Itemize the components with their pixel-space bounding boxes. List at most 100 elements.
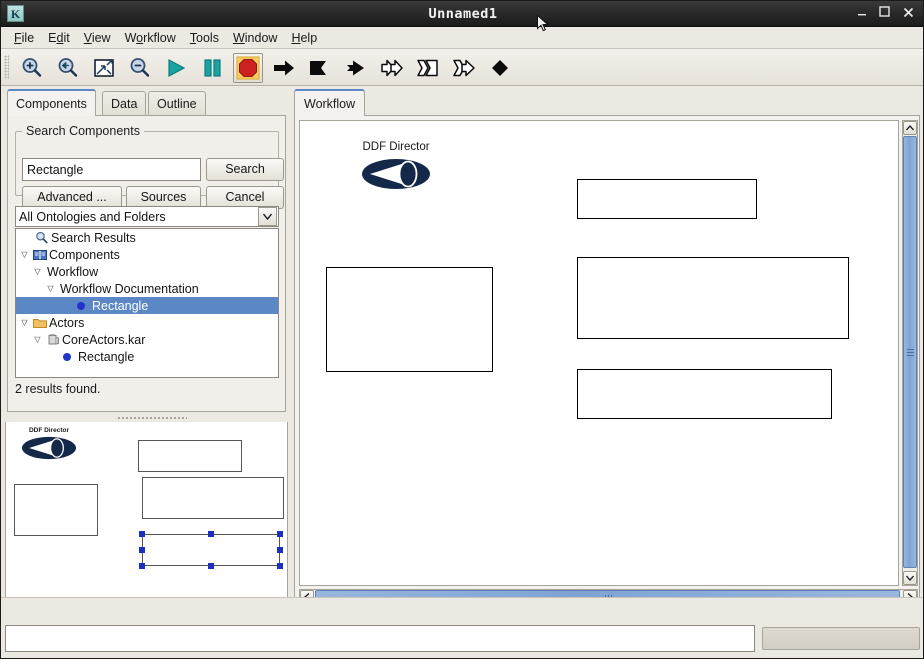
ddf-director-icon [362, 159, 430, 189]
breakpoint-button[interactable] [485, 53, 515, 83]
ddf-director-icon [21, 436, 77, 460]
search-button[interactable]: Search [206, 158, 284, 181]
component-tree[interactable]: Search Results ▽ Components ▽ Workflow ▽… [15, 228, 279, 378]
selection-handle-n[interactable] [208, 531, 214, 537]
menu-help[interactable]: Help [284, 29, 324, 47]
scroll-up-button[interactable] [903, 121, 917, 135]
vertical-scroll-thumb[interactable] [903, 136, 917, 568]
tree-twisty-coreactors[interactable]: ▽ [31, 335, 44, 344]
ddf-director[interactable]: DDF Director [357, 141, 435, 193]
mini-rect-2 [14, 484, 98, 536]
maximize-button[interactable] [875, 5, 893, 23]
left-panel-tabs: Components Data Outline [3, 89, 288, 116]
tree-item-workflow-documentation[interactable]: ▽ Workflow Documentation [16, 280, 278, 297]
menu-bar: File Edit View Workflow Tools Window Hel… [1, 27, 923, 49]
left-panel: Components Data Outline Search Component… [3, 89, 288, 658]
run-button[interactable] [161, 53, 191, 83]
tree-item-label: Rectangle [89, 298, 149, 313]
search-components-group: Search Components Search Advanced ... So… [15, 124, 284, 209]
zoom-reset-button[interactable] [53, 53, 83, 83]
chevron-down-icon [906, 575, 914, 581]
tree-item-search-results[interactable]: Search Results [16, 229, 278, 246]
double-flag-button[interactable] [413, 53, 443, 83]
double-chevron-button[interactable] [449, 53, 479, 83]
tree-item-label: Actors [49, 315, 85, 330]
book-icon [31, 249, 48, 261]
search-icon [33, 231, 50, 244]
menu-file[interactable]: File [7, 29, 41, 47]
status-message-field[interactable] [5, 625, 755, 652]
menu-window[interactable]: Window [226, 29, 284, 47]
workflow-rectangle-1[interactable] [577, 179, 757, 219]
flag-button[interactable] [305, 53, 335, 83]
menu-view[interactable]: View [77, 29, 118, 47]
stop-button[interactable] [233, 53, 263, 83]
selection-handle-e[interactable] [277, 547, 283, 553]
toolbar [1, 49, 923, 86]
tree-twisty-components[interactable]: ▽ [18, 250, 31, 259]
ontology-select[interactable]: All Ontologies and Folders [15, 206, 279, 227]
zoom-out-button[interactable] [125, 53, 155, 83]
double-arrow-button[interactable] [377, 53, 407, 83]
tab-outline[interactable]: Outline [148, 91, 206, 116]
advance-button[interactable] [341, 53, 371, 83]
scroll-thumb-grip [907, 349, 914, 356]
selection-handle-sw[interactable] [139, 563, 145, 569]
selection-handle-s[interactable] [208, 563, 214, 569]
tree-item-rectangle[interactable]: Rectangle [16, 348, 278, 365]
zoom-fit-button[interactable] [89, 53, 119, 83]
mini-rect-4-selected[interactable] [142, 534, 280, 566]
close-icon [903, 7, 913, 18]
tree-twisty-workflow-documentation[interactable]: ▽ [44, 284, 57, 293]
tree-item-rectangle-selected[interactable]: Rectangle [16, 297, 278, 314]
tab-data[interactable]: Data [102, 91, 147, 116]
tree-twisty-actors[interactable]: ▽ [18, 318, 31, 327]
ddf-director-label: DDF Director [362, 141, 430, 153]
tab-components[interactable]: Components [7, 89, 96, 116]
tree-item-workflow[interactable]: ▽ Workflow [16, 263, 278, 280]
workflow-panel: Workflow DDF Director [292, 89, 922, 609]
zoom-in-button[interactable] [17, 53, 47, 83]
minimize-button[interactable] [853, 5, 871, 23]
workflow-rectangle-2[interactable] [577, 257, 849, 339]
tree-item-label: Search Results [51, 230, 136, 245]
chevron-up-icon [906, 125, 914, 131]
selection-handle-nw[interactable] [139, 531, 145, 537]
workflow-rectangle-4[interactable] [326, 267, 493, 372]
tree-twisty-workflow[interactable]: ▽ [31, 267, 44, 276]
selection-handle-ne[interactable] [277, 531, 283, 537]
split-grip-dots [117, 416, 187, 420]
toolbar-grip[interactable] [4, 55, 9, 79]
double-arrow-icon [381, 59, 403, 77]
tree-item-components[interactable]: ▽ Components [16, 246, 278, 263]
selection-handle-w[interactable] [139, 547, 145, 553]
tree-item-label: Components [49, 247, 120, 262]
menu-edit[interactable]: Edit [41, 29, 77, 47]
pause-icon [204, 59, 221, 77]
zoom-out-icon [130, 58, 150, 77]
canvas-frame: DDF Director [294, 115, 920, 609]
step-button[interactable] [269, 53, 299, 83]
menu-workflow[interactable]: Workflow [118, 29, 183, 47]
menu-tools[interactable]: Tools [183, 29, 226, 47]
workflow-rectangle-3[interactable] [577, 369, 832, 419]
selection-handle-se[interactable] [277, 563, 283, 569]
scroll-down-button[interactable] [903, 571, 917, 585]
workflow-canvas[interactable]: DDF Director [299, 120, 899, 586]
flag-icon [310, 61, 326, 75]
application-window: K Unnamed1 File Edit View Workflow Tools… [0, 0, 924, 659]
split-pane-divider[interactable] [9, 415, 286, 421]
stop-icon [236, 56, 260, 80]
mini-director: DDF Director [18, 427, 80, 461]
tree-item-coreactors-kar[interactable]: ▽ CoreActors.kar [16, 331, 278, 348]
pause-button[interactable] [197, 53, 227, 83]
search-input[interactable] [22, 158, 201, 181]
canvas-vertical-scrollbar[interactable] [902, 120, 918, 586]
close-button[interactable] [899, 5, 917, 23]
tree-item-actors[interactable]: ▽ Actors [16, 314, 278, 331]
tab-workflow[interactable]: Workflow [294, 89, 366, 116]
kar-icon [44, 333, 61, 346]
title-bar: K Unnamed1 [1, 1, 923, 27]
search-components-legend: Search Components [26, 124, 140, 138]
maximize-icon [878, 6, 890, 17]
